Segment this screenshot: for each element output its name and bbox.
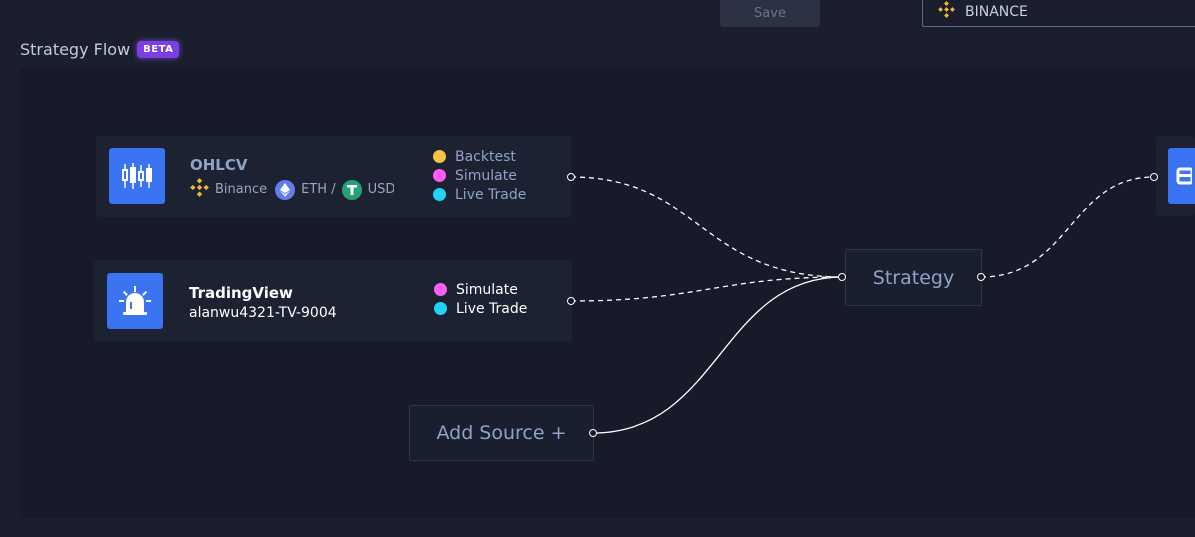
mode-label: Simulate (455, 167, 517, 184)
strategy-input-port[interactable] (838, 273, 846, 281)
binance-icon (190, 178, 209, 201)
exchange-select[interactable]: BINANCE (922, 0, 1195, 27)
ohlcv-output-port[interactable] (567, 173, 575, 181)
beta-badge: BETA (137, 41, 180, 58)
page-title-text: Strategy Flow (20, 40, 131, 59)
simulate-dot (433, 169, 446, 182)
live-trade-dot (433, 188, 446, 201)
mode-simulate: Simulate (434, 281, 527, 298)
exchange-select-value: BINANCE (965, 3, 1028, 20)
mode-label: Live Trade (455, 186, 527, 203)
backtest-dot (433, 150, 446, 163)
page-title: Strategy Flow BETA (20, 40, 180, 59)
mode-label: Live Trade (456, 300, 528, 317)
output-node-icon (1168, 148, 1195, 204)
live-trade-dot (434, 302, 447, 315)
ohlcv-node[interactable]: OHLCV Binance ETH / USD Backtest Simulat (96, 136, 571, 217)
tradingview-modes: Simulate Live Trade (434, 281, 527, 317)
ohlcv-exchange: Binance (215, 182, 268, 197)
tradingview-output-port[interactable] (567, 297, 575, 305)
mode-label: Backtest (455, 148, 516, 165)
alarm-icon (107, 273, 163, 329)
mode-backtest: Backtest (433, 148, 526, 165)
ohlcv-base: ETH / (301, 182, 336, 197)
ohlcv-title: OHLCV (190, 156, 248, 174)
strategy-node[interactable]: Strategy (845, 249, 982, 306)
ohlcv-market: Binance ETH / USD (190, 178, 394, 201)
output-node[interactable] (1156, 136, 1195, 216)
mode-simulate: Simulate (433, 167, 526, 184)
mode-live-trade: Live Trade (433, 186, 526, 203)
eth-icon (275, 179, 296, 200)
add-source-button[interactable]: Add Source + (409, 405, 594, 461)
tradingview-node[interactable]: TradingView alanwu4321-TV-9004 Simulate … (94, 260, 572, 342)
ohlcv-quote: USD (367, 182, 394, 197)
output-input-port[interactable] (1150, 173, 1158, 181)
tether-icon (341, 179, 362, 200)
ohlcv-modes: Backtest Simulate Live Trade (433, 148, 526, 203)
binance-icon (938, 1, 955, 22)
add-source-output-port[interactable] (589, 429, 597, 437)
strategy-output-port[interactable] (977, 273, 985, 281)
save-button[interactable]: Save (720, 0, 820, 27)
tradingview-title: TradingView (189, 284, 293, 302)
tradingview-subtitle: alanwu4321-TV-9004 (189, 305, 337, 321)
candlestick-icon (109, 148, 165, 204)
mode-live-trade: Live Trade (434, 300, 527, 317)
mode-label: Simulate (456, 281, 518, 298)
simulate-dot (434, 283, 447, 296)
